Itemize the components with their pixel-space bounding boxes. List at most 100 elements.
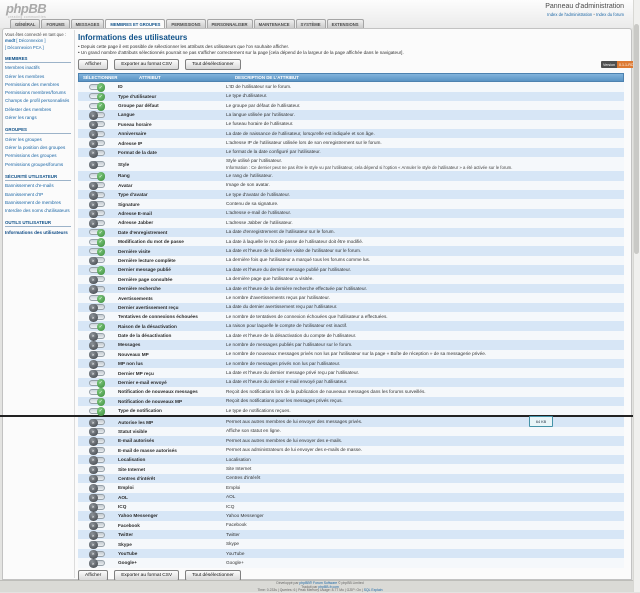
- tab-bar: GénéralForumsMessagesMembres et groupesP…: [10, 19, 364, 28]
- toggle-derniere-lecture-complete[interactable]: ✕: [89, 257, 105, 263]
- tab-forums[interactable]: Forums: [41, 19, 69, 29]
- sidebar-item-gerer-les-membres[interactable]: Gérer les membres: [5, 73, 71, 81]
- sidebar-item-permissions-groupes-forums[interactable]: Permissions groupes/forums: [5, 161, 71, 169]
- toggle-signature[interactable]: ✕: [89, 201, 105, 207]
- toggle-id[interactable]: ✓: [89, 84, 105, 90]
- tab-maintenance[interactable]: Maintenance: [254, 19, 295, 29]
- sidebar-item-permissions-des-groupes[interactable]: Permissions des groupes: [5, 152, 71, 160]
- toggle-type-d-avatar[interactable]: ✕: [89, 192, 105, 198]
- sidebar-item-interdire-des-noms-d-utilisateurs[interactable]: Interdire des noms d'utilisateurs: [5, 207, 71, 215]
- toggle-e-mail-autorises[interactable]: ✕: [89, 438, 105, 444]
- sidebar-item-delester-des-membres[interactable]: Délester des membres: [5, 106, 71, 114]
- sidebar-item-gerer-la-position-des-groupes[interactable]: Gérer la position des groupes: [5, 144, 71, 152]
- toggle-youtube[interactable]: ✕: [89, 551, 105, 557]
- attribute-description-text: Le nombre de messages publiés par l'util…: [226, 342, 624, 348]
- sidebar-item-bannissement-de-membres[interactable]: Bannissement de membres: [5, 199, 71, 207]
- toggle-raison-de-la-desactivation[interactable]: ✓: [89, 323, 105, 329]
- export-csv-button-bottom[interactable]: Exporter au format CSV: [114, 570, 179, 581]
- toggle-groupe-par-defaut[interactable]: ✓: [89, 103, 105, 109]
- attribute-name: Tentatives de connexions échouées: [116, 314, 222, 319]
- tab-general[interactable]: Général: [10, 19, 40, 29]
- scrollbar-thumb[interactable]: [634, 24, 639, 254]
- tab-extensions[interactable]: Extensions: [327, 19, 364, 29]
- toggle-format-de-la-date[interactable]: ✕: [89, 150, 105, 156]
- scrollbar[interactable]: [633, 0, 640, 592]
- toggle-avertissements[interactable]: ✓: [89, 295, 105, 301]
- deselect-all-button-bottom[interactable]: Tout désélectionner: [185, 570, 241, 581]
- toggle-localisation[interactable]: ✕: [89, 457, 105, 463]
- sidebar-item-permissions-membres-forums[interactable]: Permissions membres/forums: [5, 89, 71, 97]
- toggle-messages[interactable]: ✕: [89, 342, 105, 348]
- toggle-twitter[interactable]: ✕: [89, 532, 105, 538]
- cross-icon: ✕: [89, 182, 98, 191]
- sidebar-item-informations-des-utilisateurs[interactable]: Informations des utilisateurs: [5, 229, 71, 237]
- logout-link[interactable]: [ Déconnexion ]: [16, 38, 45, 43]
- toggle-dernier-message-publie[interactable]: ✓: [89, 267, 105, 273]
- toggle-aol[interactable]: ✕: [89, 494, 105, 500]
- tab-messages[interactable]: Messages: [71, 19, 105, 29]
- toggle-type-d-utilisateur[interactable]: ✓: [89, 93, 105, 99]
- sidebar-item-permissions-des-membres[interactable]: Permissions des membres: [5, 81, 71, 89]
- attribute-description-text: L'adresse Jabber de l'utilisateur.: [226, 220, 624, 226]
- toggle-derniere-page-consultee[interactable]: ✕: [89, 276, 105, 282]
- toggle-notification-de-nouveaux-mp[interactable]: ✓: [89, 398, 105, 404]
- select-cell: ✕: [78, 121, 116, 127]
- toggle-emploi[interactable]: ✕: [89, 485, 105, 491]
- toggle-notification-de-nouveaux-messages[interactable]: ✓: [89, 389, 105, 395]
- toggle-type-de-notification[interactable]: ✓: [89, 408, 105, 414]
- attribute-description: L'adresse Jabber de l'utilisateur.: [222, 220, 624, 226]
- deselect-all-button-top[interactable]: Tout désélectionner: [185, 59, 241, 70]
- toggle-dernier-e-mail-envoye[interactable]: ✓: [89, 380, 105, 386]
- attribute-description-text: ICQ: [226, 504, 624, 510]
- toggle-facebook[interactable]: ✕: [89, 522, 105, 528]
- toggle-adresse-e-mail[interactable]: ✕: [89, 210, 105, 216]
- forum-index-link[interactable]: Index du forum: [596, 12, 624, 17]
- sidebar-item-bannissement-d-ip[interactable]: Bannissement d'IP: [5, 191, 71, 199]
- admin-index-link[interactable]: Index de l'administration: [547, 12, 592, 17]
- sidebar-item-gerer-les-rangs[interactable]: Gérer les rangs: [5, 114, 71, 122]
- display-button-bottom[interactable]: Afficher: [78, 570, 108, 581]
- toggle-adresse-jabber[interactable]: ✕: [89, 220, 105, 226]
- toggle-centres-d-interet[interactable]: ✕: [89, 475, 105, 481]
- toggle-fuseau-horaire[interactable]: ✕: [89, 121, 105, 127]
- tab-permissions[interactable]: Permissions: [166, 19, 205, 29]
- toggle-skype[interactable]: ✕: [89, 541, 105, 547]
- toggle-style[interactable]: ✕: [89, 161, 105, 167]
- tab-systeme[interactable]: Système: [296, 19, 326, 29]
- toggle-rang[interactable]: ✓: [89, 173, 105, 179]
- toggle-site-internet[interactable]: ✕: [89, 466, 105, 472]
- tab-membres-et-groupes[interactable]: Membres et groupes: [105, 19, 165, 29]
- attribute-name: Avatar: [116, 183, 222, 188]
- display-button-top[interactable]: Afficher: [78, 59, 108, 70]
- tab-personnaliser[interactable]: Personnaliser: [207, 19, 253, 29]
- toggle-derniere-recherche[interactable]: ✕: [89, 286, 105, 292]
- sidebar-item-membres-inactifs[interactable]: Membres inactifs: [5, 64, 71, 72]
- toggle-icq[interactable]: ✕: [89, 504, 105, 510]
- toggle-mp-non-lus[interactable]: ✕: [89, 361, 105, 367]
- export-csv-button-top[interactable]: Exporter au format CSV: [114, 59, 179, 70]
- toggle-e-mail-de-masse-autorises[interactable]: ✕: [89, 447, 105, 453]
- table-row: ✕LocalisationLocalisation: [78, 455, 624, 464]
- toggle-modification-du-mot-de-passe[interactable]: ✓: [89, 239, 105, 245]
- toggle-avatar[interactable]: ✕: [89, 182, 105, 188]
- toggle-nouveaux-mp[interactable]: ✕: [89, 351, 105, 357]
- toggle-statut-visible[interactable]: ✕: [89, 428, 105, 434]
- toggle-tentatives-de-connexions-echouees[interactable]: ✕: [89, 314, 105, 320]
- toggle-yahoo-messenger[interactable]: ✕: [89, 513, 105, 519]
- acp-logout-link[interactable]: [ Déconnexion PCA ]: [5, 45, 44, 50]
- sidebar-item-bannissement-d-e-mails[interactable]: Bannissement d'e-mails: [5, 182, 71, 190]
- sidebar-item-champs-de-profil-personnalises[interactable]: Champs de profil personnalisés: [5, 97, 71, 105]
- toggle-langue[interactable]: ✕: [89, 112, 105, 118]
- toggle-adresse-ip[interactable]: ✕: [89, 140, 105, 146]
- toggle-derniere-visite[interactable]: ✓: [89, 248, 105, 254]
- toggle-dernier-mp-recu[interactable]: ✕: [89, 370, 105, 376]
- toggle-date-d-enregistrement[interactable]: ✓: [89, 229, 105, 235]
- toggle-autorise-les-mp[interactable]: ✕: [89, 419, 105, 425]
- attribute-description: L'ID de l'utilisateur sur le forum.: [222, 84, 624, 90]
- toggle-date-de-la-desactivation[interactable]: ✕: [89, 333, 105, 339]
- sidebar-item-gerer-les-groupes[interactable]: Gérer les groupes: [5, 136, 71, 144]
- cross-icon: ✕: [89, 370, 98, 379]
- toggle-dernier-avertissement-recu[interactable]: ✕: [89, 304, 105, 310]
- toggle-anniversaire[interactable]: ✕: [89, 131, 105, 137]
- toggle-google[interactable]: ✕: [89, 560, 105, 566]
